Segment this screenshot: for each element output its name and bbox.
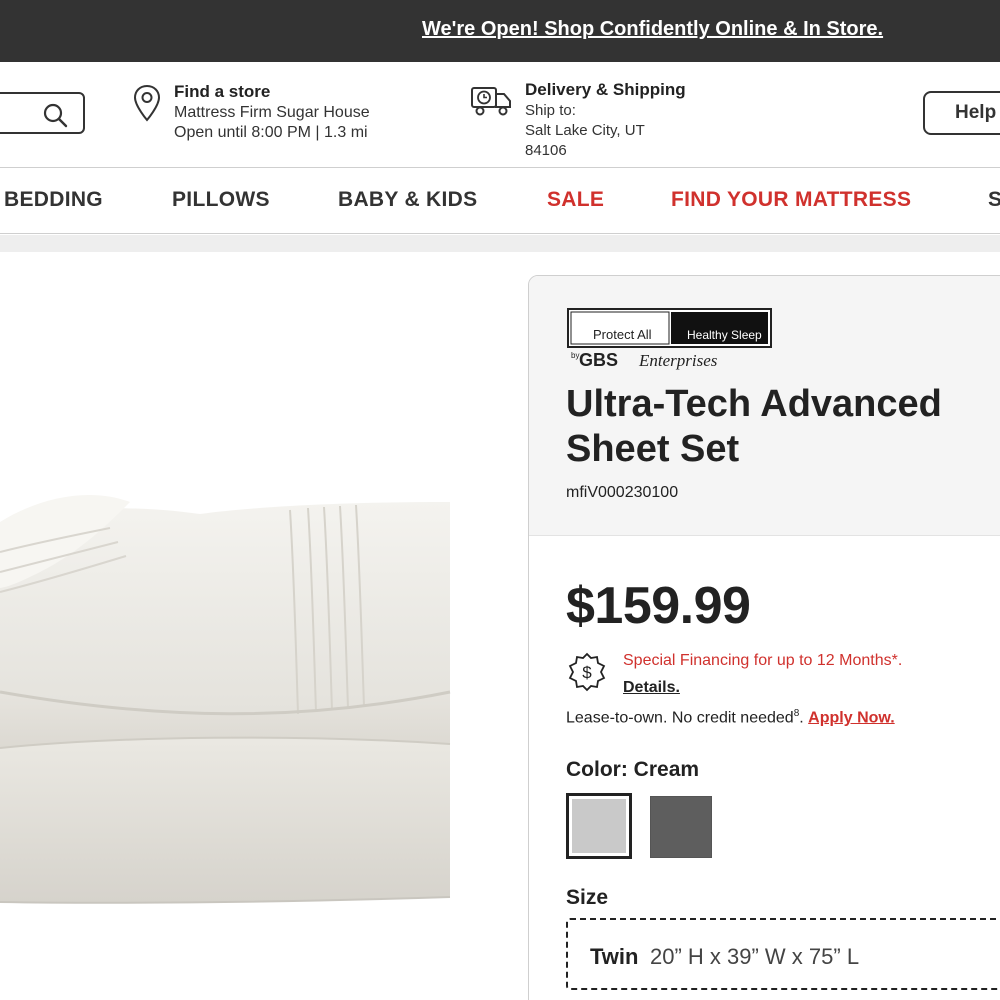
ship-to-label: Ship to: xyxy=(525,102,576,119)
ship-to-zip: 84106 xyxy=(525,142,567,159)
product-title: Ultra-Tech Advanced Sheet Set xyxy=(566,383,942,470)
financing-offer: Special Financing for up to 12 Months*. xyxy=(623,652,903,669)
store-title[interactable]: Find a store xyxy=(174,82,370,102)
color-swatch-gray[interactable] xyxy=(650,796,712,858)
size-selected-name: Twin xyxy=(590,944,639,969)
svg-text:$: $ xyxy=(582,663,592,682)
page: We're Open! Shop Confidently Online & In… xyxy=(0,0,1000,1000)
product-info-panel: Protect All Healthy Sleep by GBS Enterpr… xyxy=(528,275,1000,1000)
financing-details-link[interactable]: Details. xyxy=(623,679,680,697)
lease-to-own: Lease-to-own. No credit needed8. Apply N… xyxy=(566,708,895,727)
search-icon[interactable] xyxy=(42,102,68,128)
nav-item-partial[interactable]: S xyxy=(988,188,1000,212)
delivery-info: Delivery & Shipping Ship to: Salt Lake C… xyxy=(525,80,686,160)
site-header: Find a store Mattress Firm Sugar House O… xyxy=(0,62,1000,168)
color-swatch-cream-fill xyxy=(572,799,626,853)
size-select[interactable]: Twin 20” H x 39” W x 75” L xyxy=(566,918,1000,990)
lease-text: Lease-to-own. No credit needed xyxy=(566,709,794,727)
map-pin-icon xyxy=(133,84,161,122)
logo-healthy-sleep-text: Healthy Sleep xyxy=(687,328,762,342)
color-label-text: Color: xyxy=(566,758,628,781)
logo-protect-all-text: Protect All xyxy=(593,327,652,342)
size-label: Size xyxy=(566,886,609,909)
help-button[interactable]: Help xyxy=(923,91,1000,135)
product-image[interactable] xyxy=(0,252,528,1000)
truck-icon xyxy=(471,87,511,116)
product-sku: mfiV000230100 xyxy=(566,484,679,501)
nav-item-baby-kids[interactable]: BABY & KIDS xyxy=(338,188,477,212)
banner-link[interactable]: We're Open! Shop Confidently Online & In… xyxy=(422,18,883,41)
ship-to-city: Salt Lake City, UT xyxy=(525,122,645,139)
delivery-title[interactable]: Delivery & Shipping xyxy=(525,80,686,100)
nav-item-find-your-mattress[interactable]: FIND YOUR MATTRESS xyxy=(671,188,911,212)
color-swatch-cream[interactable] xyxy=(566,793,632,859)
dollar-badge-icon: $ xyxy=(568,652,606,692)
top-banner: We're Open! Shop Confidently Online & In… xyxy=(0,0,1000,62)
nav-item-bedding[interactable]: BEDDING xyxy=(4,188,103,212)
apply-now-link[interactable]: Apply Now. xyxy=(808,709,895,726)
search-input[interactable] xyxy=(0,92,85,134)
protect-all-logo: Protect All Healthy Sleep by GBS Enterpr… xyxy=(567,308,772,370)
logo-enterprises-text: Enterprises xyxy=(638,351,718,370)
product-header: Protect All Healthy Sleep by GBS Enterpr… xyxy=(529,276,1000,536)
nav-divider-strip xyxy=(0,235,1000,252)
lease-period: . xyxy=(799,709,804,727)
store-info: Find a store Mattress Firm Sugar House O… xyxy=(174,82,370,142)
logo-gbs-text: GBS xyxy=(579,350,618,370)
store-hours: Open until 8:00 PM | 1.3 mi xyxy=(174,124,368,141)
color-selected-value: Cream xyxy=(633,758,700,781)
nav-item-pillows[interactable]: PILLOWS xyxy=(172,188,270,212)
product-price: $159.99 xyxy=(566,577,751,635)
sheet-set-photo xyxy=(0,494,451,904)
main-nav: BEDDING PILLOWS BABY & KIDS SALE FIND YO… xyxy=(0,168,1000,234)
nav-item-sale[interactable]: SALE xyxy=(547,188,604,212)
color-label: Color: Cream xyxy=(566,758,699,782)
store-name: Mattress Firm Sugar House xyxy=(174,104,370,121)
size-selected-dims: 20” H x 39” W x 75” L xyxy=(650,944,860,969)
